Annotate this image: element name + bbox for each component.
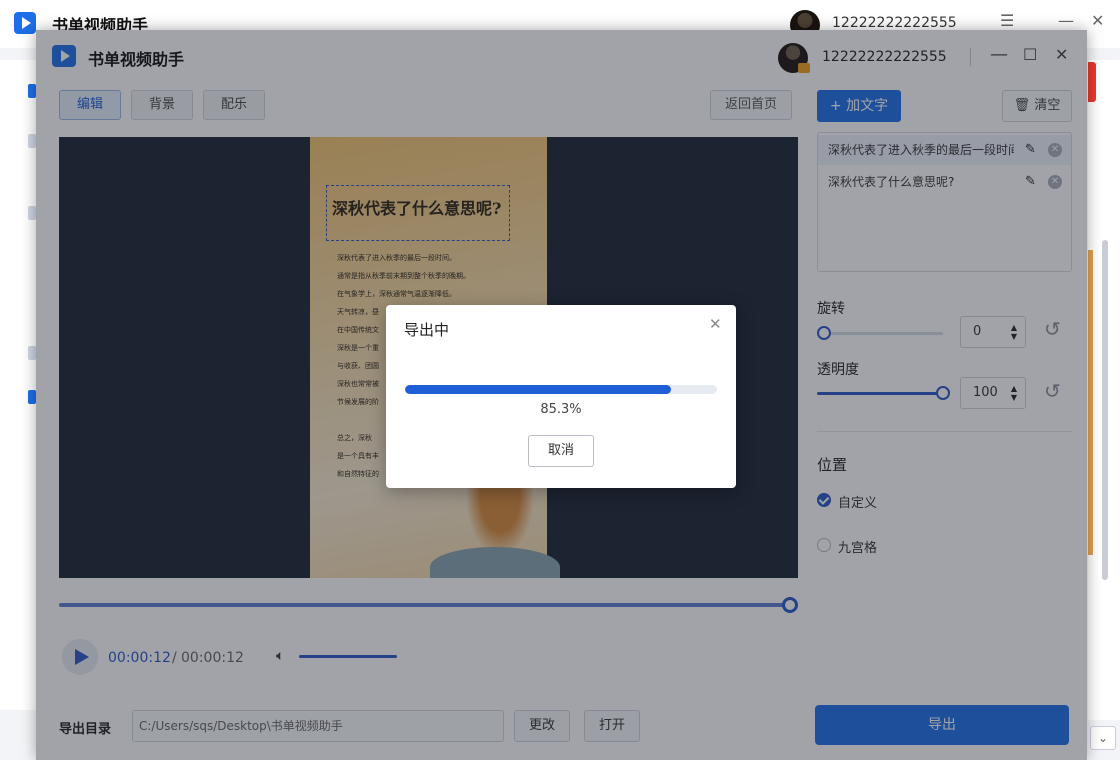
background-red-tab bbox=[1088, 62, 1096, 102]
cancel-button[interactable]: 取消 bbox=[528, 435, 594, 467]
background-username: 12222222222555 bbox=[832, 15, 957, 31]
background-sidebar bbox=[0, 60, 36, 710]
background-close-icon[interactable]: ✕ bbox=[1091, 11, 1104, 30]
close-icon[interactable]: ✕ bbox=[709, 315, 722, 333]
dialog-title: 导出中 bbox=[404, 321, 450, 339]
background-sidebar-marker bbox=[28, 206, 36, 220]
background-sidebar-marker bbox=[28, 390, 36, 404]
background-app-logo-icon bbox=[14, 12, 36, 34]
export-progress-fill bbox=[405, 385, 672, 394]
background-scrollbar[interactable] bbox=[1102, 240, 1108, 580]
background-sidebar-marker bbox=[28, 346, 36, 360]
export-progress-text: 85.3% bbox=[540, 402, 582, 417]
background-menu-icon[interactable]: ☰ bbox=[1000, 11, 1014, 30]
export-progress-dialog: 导出中 ✕ 85.3% 取消 bbox=[386, 305, 736, 488]
background-sidebar-marker bbox=[28, 84, 36, 98]
background-thumbnail-edge bbox=[1088, 250, 1093, 555]
background-dropdown[interactable]: ⌄ bbox=[1090, 726, 1116, 750]
export-progress-bar bbox=[405, 385, 717, 394]
background-minimize-icon[interactable]: — bbox=[1058, 11, 1074, 30]
background-sidebar-marker bbox=[28, 134, 36, 148]
